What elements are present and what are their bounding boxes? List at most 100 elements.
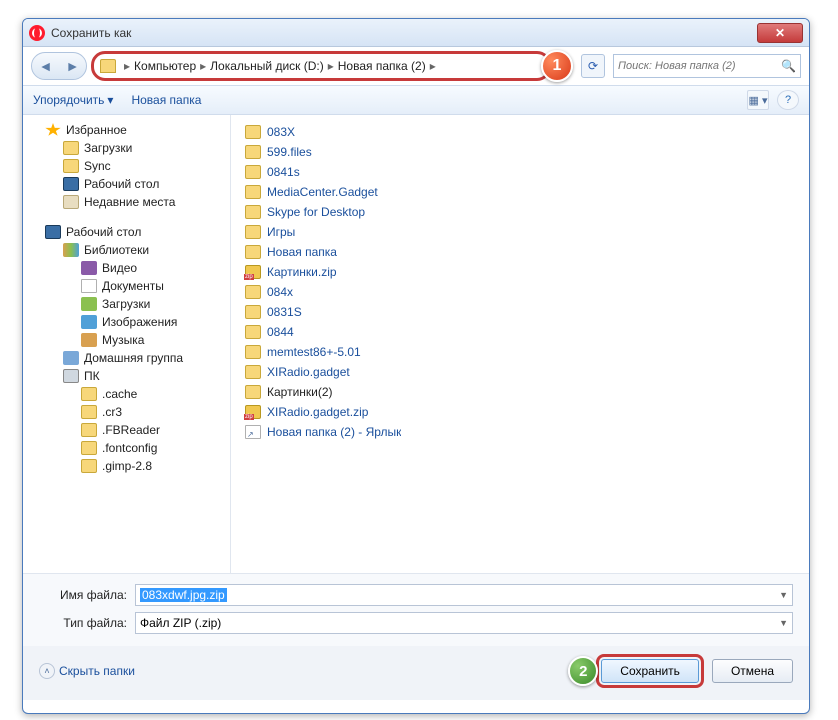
form-area: Имя файла: 083xdwf.jpg.zip ▼ Тип файла: … bbox=[23, 573, 809, 646]
file-item[interactable]: Игры bbox=[243, 223, 463, 241]
view-button[interactable]: ▦ ▾ bbox=[747, 90, 769, 110]
tree-video[interactable]: Видео bbox=[27, 259, 230, 277]
folder-icon bbox=[245, 205, 261, 219]
chevron-down-icon[interactable]: ▼ bbox=[779, 618, 788, 628]
file-item[interactable]: memtest86+-5.01 bbox=[243, 343, 463, 361]
search-input[interactable] bbox=[618, 60, 781, 72]
file-item[interactable]: MediaCenter.Gadget bbox=[243, 183, 463, 201]
chevron-up-icon: ˄ bbox=[39, 663, 55, 679]
tree-downloads[interactable]: Загрузки bbox=[27, 139, 230, 157]
file-label: Картинки.zip bbox=[267, 265, 337, 279]
folder-icon bbox=[100, 59, 116, 73]
file-label: 084x bbox=[267, 285, 293, 299]
file-item[interactable]: Новая папка bbox=[243, 243, 463, 261]
save-button-highlight: Сохранить bbox=[596, 654, 704, 688]
hide-folders-link[interactable]: ˄ Скрыть папки bbox=[39, 663, 135, 679]
tree-cache[interactable]: .cache bbox=[27, 385, 230, 403]
folder-icon bbox=[245, 305, 261, 319]
tree-libraries[interactable]: Библиотеки bbox=[27, 241, 230, 259]
tree-music[interactable]: Музыка bbox=[27, 331, 230, 349]
file-item[interactable]: Картинки.zip bbox=[243, 263, 463, 281]
filename-value: 083xdwf.jpg.zip bbox=[140, 588, 227, 602]
tree-images[interactable]: Изображения bbox=[27, 313, 230, 331]
zip-icon bbox=[245, 405, 261, 419]
cancel-button[interactable]: Отмена bbox=[712, 659, 793, 683]
file-label: XIRadio.gadget.zip bbox=[267, 405, 368, 419]
forward-icon: ► bbox=[66, 58, 80, 74]
file-label: Skype for Desktop bbox=[267, 205, 365, 219]
window-title: Сохранить как bbox=[51, 26, 131, 40]
crumb-1[interactable]: Локальный диск (D:) bbox=[210, 59, 324, 73]
tree-favorites[interactable]: Избранное bbox=[27, 121, 230, 139]
nav-row: ◄ ► ▸ Компьютер ▸ Локальный диск (D:) ▸ … bbox=[23, 47, 809, 85]
folder-icon bbox=[245, 125, 261, 139]
tree-gimp[interactable]: .gimp-2.8 bbox=[27, 457, 230, 475]
file-item[interactable]: Картинки(2) bbox=[243, 383, 463, 401]
filetype-select[interactable]: Файл ZIP (.zip) ▼ bbox=[135, 612, 793, 634]
annotation-2: 2 bbox=[568, 656, 598, 686]
file-item[interactable]: Новая папка (2) - Ярлык bbox=[243, 423, 463, 441]
organize-button[interactable]: Упорядочить ▾ bbox=[33, 93, 113, 107]
file-label: 083X bbox=[267, 125, 295, 139]
save-dialog: Сохранить как ✕ ◄ ► ▸ Компьютер ▸ Локаль… bbox=[22, 18, 810, 714]
file-item[interactable]: 084x bbox=[243, 283, 463, 301]
tree-sync[interactable]: Sync bbox=[27, 157, 230, 175]
file-item[interactable]: XIRadio.gadget bbox=[243, 363, 463, 381]
back-icon: ◄ bbox=[39, 58, 53, 74]
nav-back-forward[interactable]: ◄ ► bbox=[31, 52, 87, 80]
tree-documents[interactable]: Документы bbox=[27, 277, 230, 295]
file-label: Новая папка (2) - Ярлык bbox=[267, 425, 401, 439]
tree-desktop[interactable]: Рабочий стол bbox=[27, 175, 230, 193]
folder-icon bbox=[245, 145, 261, 159]
dialog-body: Избранное Загрузки Sync Рабочий стол Нед… bbox=[23, 115, 809, 573]
crumb-0[interactable]: Компьютер bbox=[134, 59, 196, 73]
file-label: 599.files bbox=[267, 145, 312, 159]
file-item[interactable]: 0844 bbox=[243, 323, 463, 341]
tree-fontconfig[interactable]: .fontconfig bbox=[27, 439, 230, 457]
save-button[interactable]: Сохранить bbox=[601, 659, 699, 683]
tree-cr3[interactable]: .cr3 bbox=[27, 403, 230, 421]
file-item[interactable]: 083X bbox=[243, 123, 463, 141]
folder-icon bbox=[245, 365, 261, 379]
file-label: 0831S bbox=[267, 305, 302, 319]
refresh-button[interactable]: ⟳ bbox=[581, 54, 605, 78]
close-button[interactable]: ✕ bbox=[757, 23, 803, 43]
file-item[interactable]: 0831S bbox=[243, 303, 463, 321]
help-button[interactable]: ? bbox=[777, 90, 799, 110]
chevron-down-icon: ▾ bbox=[107, 93, 113, 107]
folder-icon bbox=[245, 225, 261, 239]
tree-desktop2[interactable]: Рабочий стол bbox=[27, 223, 230, 241]
folder-icon bbox=[245, 165, 261, 179]
file-item[interactable]: 599.files bbox=[243, 143, 463, 161]
new-folder-button[interactable]: Новая папка bbox=[131, 93, 201, 107]
tree-recent[interactable]: Недавние места bbox=[27, 193, 230, 211]
annotation-1: 1 bbox=[541, 50, 573, 82]
file-label: MediaCenter.Gadget bbox=[267, 185, 378, 199]
filename-input[interactable]: 083xdwf.jpg.zip ▼ bbox=[135, 584, 793, 606]
file-list[interactable]: 083X 599.files 0841s MediaCenter.Gadget Skyp… bbox=[231, 115, 809, 573]
file-label: Картинки(2) bbox=[267, 385, 333, 399]
tree-pc[interactable]: ПК bbox=[27, 367, 230, 385]
folder-icon bbox=[245, 345, 261, 359]
file-label: 0841s bbox=[267, 165, 300, 179]
tree-downloads2[interactable]: Загрузки bbox=[27, 295, 230, 313]
file-item[interactable]: 0841s bbox=[243, 163, 463, 181]
folder-icon bbox=[245, 325, 261, 339]
titlebar: Сохранить как ✕ bbox=[23, 19, 809, 47]
nav-tree[interactable]: Избранное Загрузки Sync Рабочий стол Нед… bbox=[23, 115, 231, 573]
filetype-label: Тип файла: bbox=[39, 616, 127, 630]
breadcrumb-bar[interactable]: ▸ Компьютер ▸ Локальный диск (D:) ▸ Нова… bbox=[91, 51, 551, 81]
filetype-value: Файл ZIP (.zip) bbox=[140, 616, 221, 630]
chevron-down-icon[interactable]: ▼ bbox=[779, 590, 788, 600]
file-label: Новая папка bbox=[267, 245, 337, 259]
file-label: 0844 bbox=[267, 325, 294, 339]
tree-fbreader[interactable]: .FBReader bbox=[27, 421, 230, 439]
file-item[interactable]: XIRadio.gadget.zip bbox=[243, 403, 463, 421]
tree-homegroup[interactable]: Домашняя группа bbox=[27, 349, 230, 367]
file-item[interactable]: Skype for Desktop bbox=[243, 203, 463, 221]
file-label: XIRadio.gadget bbox=[267, 365, 350, 379]
folder-icon bbox=[245, 185, 261, 199]
crumb-2[interactable]: Новая папка (2) bbox=[338, 59, 426, 73]
folder-icon bbox=[245, 385, 261, 399]
search-box[interactable]: 🔍 bbox=[613, 54, 801, 78]
